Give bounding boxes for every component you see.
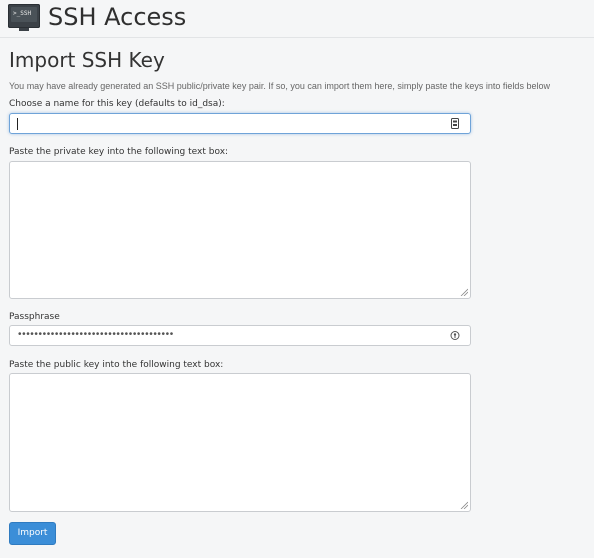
public-key-label: Paste the public key into the following …: [9, 360, 224, 370]
page-header: >_SSH SSH Access: [0, 0, 594, 36]
private-key-label: Paste the private key into the following…: [9, 147, 229, 157]
public-key-textarea[interactable]: [9, 373, 471, 512]
text-caret: [17, 118, 18, 130]
key-name-input[interactable]: [9, 113, 471, 134]
resize-grip-icon[interactable]: [460, 288, 468, 296]
key-name-label: Choose a name for this key (defaults to …: [9, 99, 225, 109]
terminal-icon: >_SSH: [8, 4, 40, 31]
passphrase-label: Passphrase: [9, 312, 60, 322]
passphrase-mask: ••••••••••••••••••••••••••••••••••••••: [18, 329, 174, 340]
key-icon[interactable]: [450, 330, 460, 341]
section-title: Import SSH Key: [9, 48, 165, 72]
header-divider: [0, 37, 594, 38]
page-title: SSH Access: [48, 3, 187, 31]
intro-text: You may have already generated an SSH pu…: [9, 81, 550, 91]
private-key-textarea[interactable]: [9, 161, 471, 299]
password-manager-icon[interactable]: [450, 118, 460, 129]
import-button[interactable]: Import: [9, 522, 56, 545]
passphrase-input[interactable]: ••••••••••••••••••••••••••••••••••••••: [9, 325, 471, 346]
resize-grip-icon[interactable]: [460, 501, 468, 509]
